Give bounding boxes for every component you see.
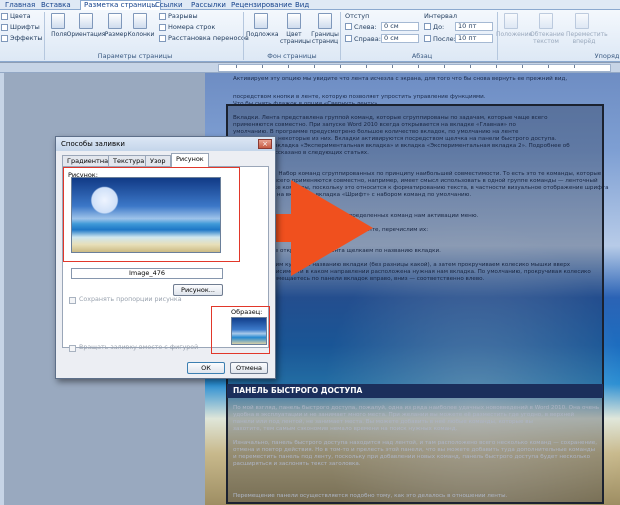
rotate-with-shape-checkbox[interactable] (69, 345, 76, 352)
text-box-frame[interactable] (226, 104, 604, 504)
ruler-tick (444, 65, 445, 68)
arrange-group-label: Упоряд (594, 52, 620, 60)
bring-forward-button[interactable]: Переместить вперёд (566, 31, 608, 45)
indent-right-icon (345, 35, 352, 42)
ruler-tick (522, 65, 523, 68)
bring-forward-icon (575, 13, 589, 29)
indent-label: Отступ (345, 12, 370, 20)
separator (243, 12, 244, 60)
tab-review[interactable]: Рецензирование (228, 0, 295, 10)
ruler-tick (574, 65, 575, 68)
tab-references[interactable]: Ссылки (152, 0, 186, 10)
indent-left-icon (345, 23, 352, 30)
rotate-with-shape-label: Вращать заливку вместе с фигурой (79, 344, 199, 351)
spacing-after-field[interactable]: 10 пт (455, 34, 493, 43)
doc-line: Активируем эту опцию мы увидите что лент… (233, 76, 568, 82)
ok-button[interactable]: ОК (187, 362, 225, 374)
ruler-tick (548, 65, 549, 68)
spacing-before-field[interactable]: 10 пт (455, 22, 493, 31)
theme-effects-icon (1, 35, 8, 42)
lock-ratio-label: Сохранять пропорции рисунка (79, 296, 182, 303)
page-color-button[interactable]: Цвет страницы (280, 31, 311, 45)
theme-colors-icon (1, 13, 8, 20)
theme-fonts-icon (1, 24, 8, 31)
indent-left-field[interactable]: 0 см (381, 22, 419, 31)
tab-mailings[interactable]: Рассылки (188, 0, 229, 10)
theme-colors-button[interactable]: Цвета (10, 12, 31, 20)
page-borders-button[interactable]: Границы страниц (309, 31, 341, 45)
sample-highlight-box (211, 306, 270, 354)
ruler-tick (366, 65, 367, 68)
ruler-tick (418, 65, 419, 68)
close-icon[interactable]: × (258, 139, 272, 149)
line-numbers-icon (159, 24, 166, 31)
breaks-icon (159, 13, 166, 20)
picture-highlight-box (63, 167, 240, 262)
tab-view[interactable]: Вид (292, 0, 312, 10)
ruler-tick (288, 65, 289, 68)
image-name-field: Image_476 (71, 268, 223, 279)
separator (340, 12, 341, 60)
orientation-icon (79, 13, 93, 29)
position-button[interactable]: Положение (496, 31, 532, 38)
watermark-icon (254, 13, 268, 29)
spacing-before-label: До: (433, 23, 445, 31)
theme-fonts-button[interactable]: Шрифты (10, 23, 40, 31)
ribbon: Цвета Шрифты Эффекты Поля Ориентация Раз… (0, 10, 620, 62)
tab-picture[interactable]: Рисунок (171, 153, 209, 167)
theme-effects-button[interactable]: Эффекты (10, 34, 43, 42)
tab-insert[interactable]: Вставка (38, 0, 74, 10)
ruler-work-area (218, 64, 611, 72)
cancel-button[interactable]: Отмена (230, 362, 268, 374)
background-group-label: Фон страницы (267, 52, 317, 60)
ruler-tick (314, 65, 315, 68)
separator (44, 12, 45, 60)
ruler-tick (496, 65, 497, 68)
wrap-text-icon (539, 13, 553, 29)
line-numbers-button[interactable]: Номера строк (168, 23, 215, 31)
lock-ratio-checkbox[interactable] (69, 297, 76, 304)
columns-icon (133, 13, 147, 29)
page-color-icon (287, 13, 301, 29)
spacing-label: Интервал (424, 12, 457, 20)
ribbon-tab-bar: Главная Вставка Разметка страницы Ссылки… (0, 0, 620, 11)
position-icon (504, 13, 518, 29)
dialog-titlebar[interactable]: Способы заливки × (56, 137, 275, 151)
hyphenation-button[interactable]: Расстановка переносов (168, 34, 249, 42)
orientation-button[interactable]: Ориентация (66, 31, 106, 38)
tab-home[interactable]: Главная (2, 0, 38, 10)
select-picture-button[interactable]: Рисунок... (173, 284, 223, 296)
ruler-tick (392, 65, 393, 68)
breaks-button[interactable]: Разрывы (168, 12, 198, 20)
watermark-button[interactable]: Подложка (246, 31, 279, 38)
indent-left-label: Слева: (354, 23, 377, 31)
margins-icon (51, 13, 65, 29)
horizontal-ruler[interactable] (0, 63, 620, 73)
size-icon (108, 13, 122, 29)
dialog-title: Способы заливки (61, 140, 125, 148)
ruler-tick (236, 65, 237, 68)
columns-button[interactable]: Колонки (125, 31, 157, 38)
vertical-ruler[interactable] (0, 73, 4, 505)
wrap-text-button[interactable]: Обтекание текстом (530, 31, 564, 45)
ruler-tick (470, 65, 471, 68)
doc-line: посредством кнопки в ленте, которую позв… (233, 94, 486, 100)
spacing-after-icon (424, 35, 431, 42)
ruler-tick (262, 65, 263, 68)
section-heading: ПАНЕЛЬ БЫСТРОГО ДОСТУПА (227, 384, 603, 398)
ruler-tick (340, 65, 341, 68)
spacing-after-label: После: (433, 35, 456, 43)
page-setup-group-label: Параметры страницы (97, 52, 173, 60)
spacing-before-icon (424, 23, 431, 30)
page-borders-icon (318, 13, 332, 29)
hyphenation-icon (159, 35, 166, 42)
indent-right-label: Справа: (354, 35, 381, 43)
indent-right-field[interactable]: 0 см (381, 34, 419, 43)
paragraph-group-label: Абзац (411, 52, 433, 60)
